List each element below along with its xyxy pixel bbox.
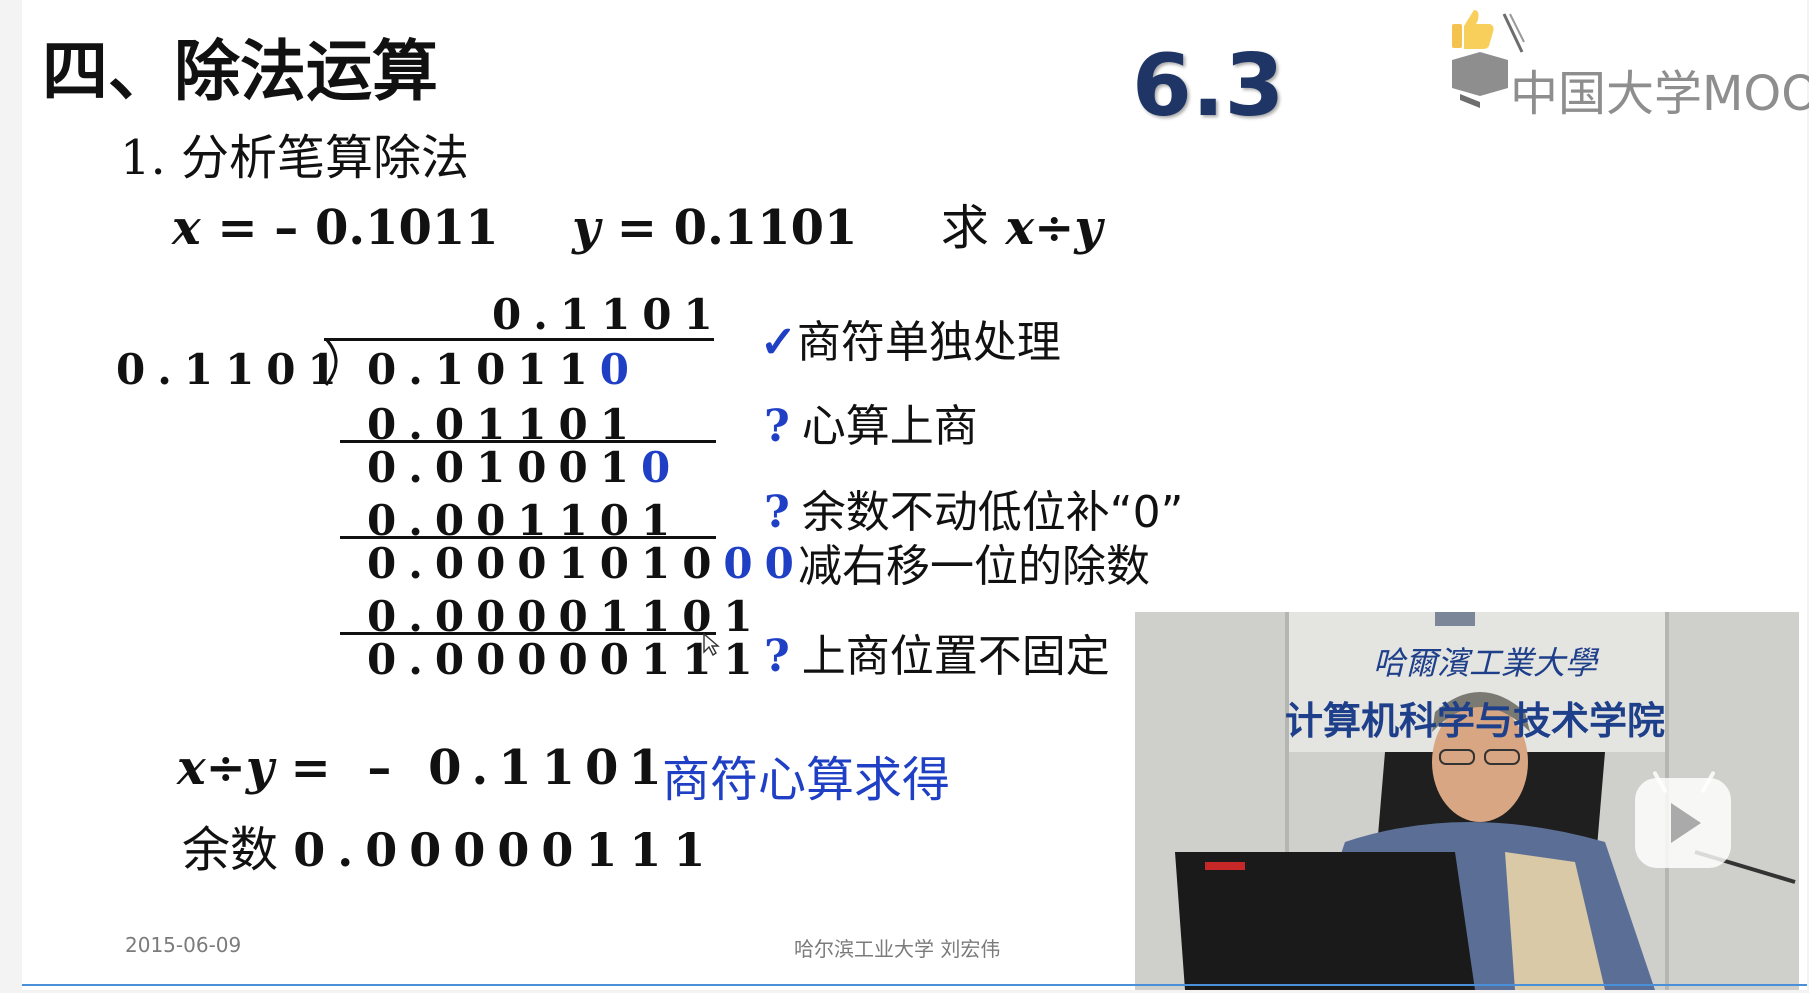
progress-line — [22, 984, 1807, 986]
mouse-cursor-icon — [703, 632, 720, 657]
mooc-brand-text: 中国大学MOOC — [1510, 66, 1809, 122]
expr-x: x — [1005, 200, 1035, 256]
division-row: 0.000101000 — [367, 539, 806, 588]
note-quotient-position: ? 上商位置不固定 — [764, 631, 1110, 682]
slide-title: 四、除法运算 — [42, 32, 438, 110]
expr-y: y — [1074, 200, 1103, 256]
mooc-book-icon — [1452, 52, 1508, 108]
result-note: 商符心算求得 — [662, 752, 951, 808]
var-y: y — [572, 200, 601, 256]
slash-mark-icon — [1502, 13, 1525, 53]
thumbs-up-icon — [1452, 10, 1494, 49]
note-remainder-shift-2: 减右移一位的除数 — [798, 541, 1150, 592]
note-sign-handling: ✓商符单独处理 — [760, 317, 1061, 368]
footer-author: 哈尔滨工业大学 刘宏伟 — [794, 937, 1001, 961]
section-number: 6.3 — [1132, 36, 1285, 136]
x-value: = – 0.1011 — [217, 200, 499, 256]
remainder-line: 余数 0.00000111 — [182, 822, 718, 878]
note-mental-quotient: ? 心算上商 — [764, 401, 978, 452]
mooc-logo: 中国大学MOOC — [1420, 2, 1809, 122]
ask-label: 求 — [940, 200, 989, 256]
school-sign: 哈爾濱工業大學 — [1373, 644, 1598, 682]
y-value: = 0.1101 — [616, 200, 858, 256]
problem-statement: x = – 0.1011 y = 0.1101 求 x÷y — [172, 188, 1102, 258]
division-row: 0.010010 — [367, 443, 683, 492]
video-frame: 四、除法运算 6.3 1. 分析笔算除法 x = – 0.1011 y = 0.… — [0, 0, 1809, 993]
check-icon: ✓ — [760, 317, 797, 368]
division-result: x÷y = – 0.1101 — [177, 740, 672, 796]
section-heading: 1. 分析笔算除法 — [120, 130, 470, 186]
division-divisor: 0.1101 — [116, 345, 349, 394]
division-bar — [324, 338, 714, 341]
expr-div: ÷ — [1034, 200, 1075, 256]
college-sign: 计算机科学与技术学院 — [1285, 699, 1666, 743]
var-x: x — [172, 200, 201, 256]
division-quotient: 0.1101 — [492, 290, 725, 339]
footer-date: 2015-06-09 — [125, 933, 242, 957]
play-button-icon[interactable] — [1635, 778, 1731, 868]
division-bracket — [324, 337, 338, 386]
division-row: 0.10110 — [367, 345, 641, 394]
